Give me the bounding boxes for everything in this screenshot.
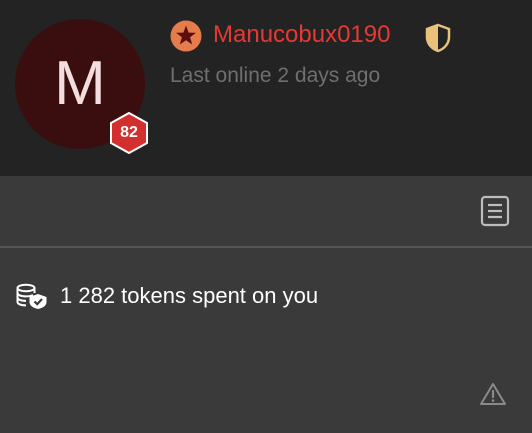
warning-icon[interactable]	[479, 381, 507, 407]
star-icon	[170, 20, 202, 52]
tokens-spent-text: 1 282 tokens spent on you	[60, 283, 319, 308]
notes-toolbar	[0, 176, 532, 246]
coins-icon	[16, 282, 48, 310]
notes-icon[interactable]	[478, 194, 512, 228]
last-online-status: Last online 2 days ago	[170, 64, 381, 87]
section-divider	[0, 246, 532, 248]
username[interactable]: Manucobux0190	[213, 21, 390, 49]
level-badge: 82	[108, 112, 150, 154]
level-value: 82	[120, 124, 138, 141]
shield-icon	[424, 23, 452, 53]
